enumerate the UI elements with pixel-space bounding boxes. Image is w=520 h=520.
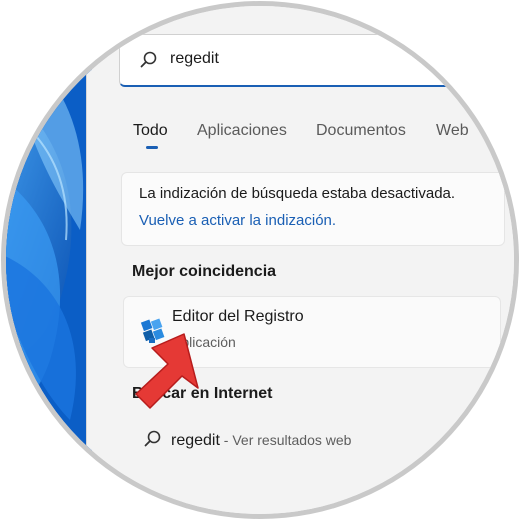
pointer-arrow-icon [135,333,199,409]
search-icon [140,51,157,68]
search-box[interactable]: regedit [119,34,514,87]
best-match-heading: Mejor coincidencia [132,263,277,280]
search-panel: regedit Todo Aplicaciones Documentos Web… [86,6,514,514]
zoom-circle: regedit Todo Aplicaciones Documentos Web… [6,6,514,514]
search-input[interactable]: regedit [170,50,219,68]
active-tab-indicator [146,146,158,149]
tab-documentos[interactable]: Documentos [316,122,406,140]
indexing-notice-card: La indización de búsqueda estaba desacti… [121,172,505,246]
web-result-query: regedit [171,432,220,449]
result-title: Editor del Registro [172,308,304,325]
desktop-wallpaper [6,6,92,514]
tab-aplicaciones[interactable]: Aplicaciones [197,122,287,140]
wallpaper-bloom-graphic [6,6,92,514]
web-result-suffix: - Ver resultados web [219,432,352,448]
web-search-result[interactable]: regedit - Ver resultados web [171,432,351,450]
web-search-icon [144,430,161,447]
tab-todo[interactable]: Todo [133,122,168,140]
tab-web[interactable]: Web [436,122,469,140]
indexing-notice-text: La indización de búsqueda estaba desacti… [139,185,456,202]
reenable-indexing-link[interactable]: Vuelve a activar la indización. [139,212,336,229]
